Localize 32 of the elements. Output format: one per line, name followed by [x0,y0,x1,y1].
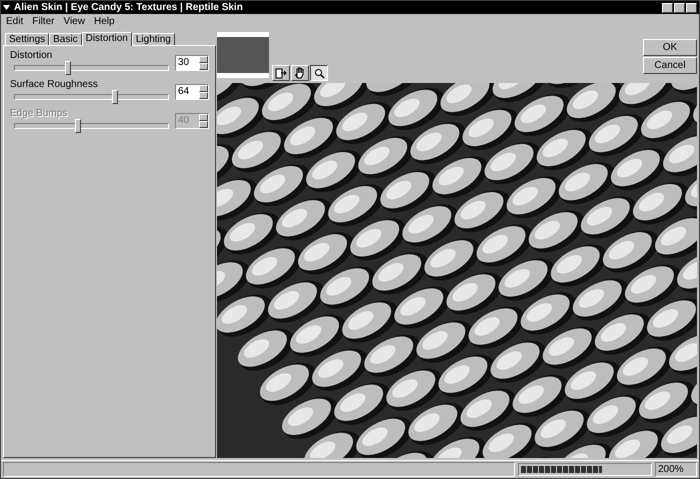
slider[interactable] [14,90,169,104]
number-spinner[interactable]: 30 [175,54,209,70]
tab[interactable]: Settings [5,33,50,45]
menu-item[interactable]: Help [94,16,115,27]
thumbnail[interactable] [217,32,269,78]
cancel-button[interactable]: Cancel [643,57,697,74]
tab[interactable]: Distortion [82,32,132,46]
menu-item[interactable]: Filter [32,16,54,27]
window-title: Alien Skin | Eye Candy 5: Textures | Reptile Skin [14,2,243,13]
minimize-button[interactable] [662,2,673,12]
zoom-level: 200% [655,462,697,477]
slider-thumb[interactable] [65,61,72,75]
slider-label: Edge Bumps [10,108,68,119]
close-button[interactable] [686,2,697,12]
photo-placeholder [217,37,269,73]
page-arrow-icon [275,68,287,78]
hand-icon [294,67,306,79]
slider[interactable] [14,61,169,75]
tool-button[interactable] [310,65,328,81]
ok-button[interactable]: OK [643,39,697,56]
menu-item[interactable]: Edit [6,16,24,27]
tab[interactable]: Basic [49,33,82,45]
menu-item[interactable]: View [63,16,85,27]
slider-label: Distortion [10,50,54,61]
slider-thumb[interactable] [112,90,118,104]
magnifier-icon [314,68,324,78]
number-spinner[interactable]: 64 [175,84,209,100]
caret-icon[interactable] [3,5,10,10]
slider[interactable] [14,119,169,133]
tab[interactable]: Lighting [132,33,175,45]
slider-label: Surface Roughness [10,79,99,90]
maximize-button[interactable] [674,2,685,12]
